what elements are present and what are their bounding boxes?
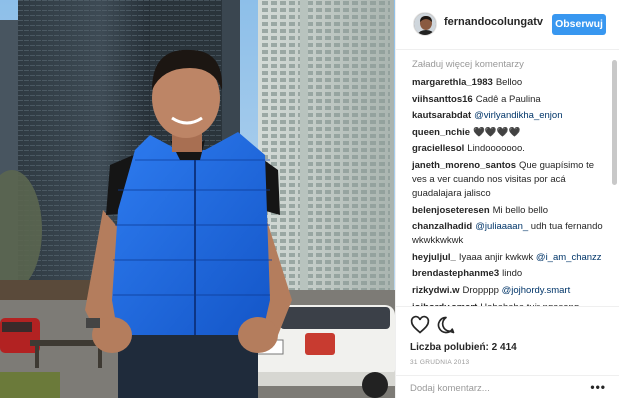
- photo-illustration: [0, 0, 395, 398]
- comment-text: Cadê a Paulina: [475, 93, 541, 105]
- more-options-icon[interactable]: •••: [590, 381, 606, 393]
- comment-item: brendastephanme3 lindo: [412, 267, 608, 281]
- comment-text: Mi bello bello: [492, 204, 549, 216]
- comment-mention-link[interactable]: @i_am_chanzz: [536, 252, 602, 263]
- post-actions: Liczba polubień: 2 414 31 GRUDNIA 2013 •…: [396, 306, 619, 398]
- comment-username-link[interactable]: janeth_moreno_santos: [412, 160, 516, 171]
- post-photo[interactable]: [0, 0, 395, 398]
- comment-item: heyjuljul_ Iyaaa anjir kwkwk @i_am_chanzz: [412, 251, 608, 265]
- add-comment-input[interactable]: [410, 379, 580, 397]
- comment-item: belenjoseteresen Mi bello bello: [412, 204, 608, 218]
- post-side-panel: fernandocolungatv Obserwuj Załaduj więce…: [395, 0, 619, 398]
- comment-username-link[interactable]: graciellesol: [412, 143, 464, 154]
- post-date[interactable]: 31 GRUDNIA 2013: [410, 359, 469, 366]
- comment-text: lindo: [502, 268, 523, 280]
- comment-item: graciellesol Lindooooooo.: [412, 142, 608, 156]
- comment-item: viihsanttos16 Cadê a Paulina: [412, 93, 608, 107]
- comment-item: queen_nchie 🖤🖤🖤🖤: [412, 126, 608, 140]
- add-comment-bar: •••: [396, 375, 619, 398]
- comment-text: Lindooooooo.: [467, 143, 525, 155]
- comment-username-link[interactable]: queen_nchie: [412, 127, 470, 138]
- comment-item: rizkydwi.w Dropppp @jojhordy.smart: [412, 284, 608, 298]
- comment-username-link[interactable]: rizkydwi.w: [412, 285, 460, 296]
- comment-text: 🖤🖤🖤🖤: [473, 126, 521, 138]
- comment-container: margarethla_1983 Belloo viihsanttos16 Cadê …: [412, 76, 608, 306]
- likes-count[interactable]: Liczba polubień: 2 414: [410, 342, 517, 353]
- username-link[interactable]: fernandocolungatv: [444, 16, 543, 28]
- comment-username-link[interactable]: margarethla_1983: [412, 77, 493, 88]
- comment-username-link[interactable]: brendastephanme3: [412, 268, 499, 279]
- comment-text: Dropppp: [462, 284, 502, 296]
- comment-text: Iyaaa anjir kwkwk: [458, 251, 536, 263]
- comment-username-link[interactable]: belenjoseteresen: [412, 205, 490, 216]
- comments-scrollbar[interactable]: [612, 60, 617, 185]
- comment-username-link[interactable]: heyjuljul_: [412, 252, 456, 263]
- load-more-comments-link[interactable]: Załaduj więcej komentarzy: [412, 59, 608, 70]
- heart-icon[interactable]: [410, 315, 430, 335]
- comment-text: Belloo: [495, 77, 523, 88]
- avatar-image: [414, 13, 436, 35]
- comments-list: Załaduj więcej komentarzy margarethla_19…: [396, 50, 619, 306]
- comment-item: margarethla_1983 Belloo: [412, 76, 608, 90]
- comment-mention-link[interactable]: @juliaaaan_: [475, 221, 528, 232]
- follow-button[interactable]: Obserwuj: [552, 14, 606, 35]
- comment-item: janeth_moreno_santos Que guapísimo te ves…: [412, 159, 608, 201]
- comment-username-link[interactable]: viihsanttos16: [412, 94, 473, 105]
- comment-item: chanzalhadid @juliaaaan_ udh tua fernando…: [412, 220, 608, 248]
- comment-mention-link[interactable]: @jojhordy.smart: [502, 285, 571, 296]
- comment-username-link[interactable]: chanzalhadid: [412, 221, 472, 232]
- post-header: fernandocolungatv Obserwuj: [396, 0, 619, 50]
- comment-username-link[interactable]: kautsarabdat: [412, 110, 471, 121]
- comment-mention-link[interactable]: @virlyandikha_enjon: [474, 110, 562, 121]
- avatar[interactable]: [413, 12, 437, 36]
- comment-item: kautsarabdat @virlyandikha_enjon: [412, 109, 608, 123]
- comment-icon[interactable]: [436, 315, 456, 335]
